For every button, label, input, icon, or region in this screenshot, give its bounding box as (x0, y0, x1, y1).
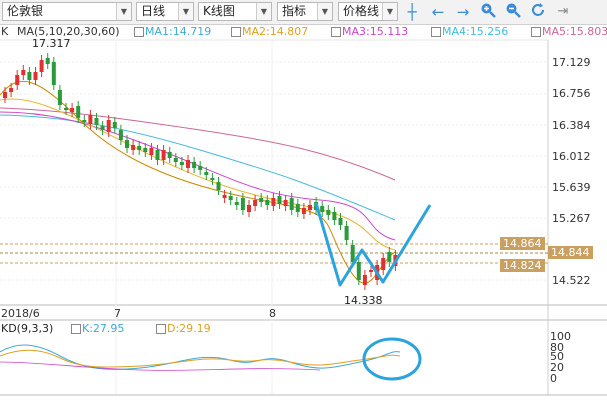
ma2-line (0, 98, 396, 251)
candle-body (295, 204, 300, 212)
candle-body (106, 120, 111, 132)
candle-body (265, 200, 270, 205)
candle-body (155, 150, 160, 160)
ma4-line (0, 114, 396, 221)
candle-body (356, 262, 361, 280)
candle-body (344, 226, 349, 240)
x-axis-label: 7 (114, 307, 121, 320)
candle-body (64, 108, 68, 110)
candle-body (271, 198, 276, 206)
candle-body (39, 60, 44, 72)
price-axis-label: 15.267 (552, 212, 591, 225)
candle-body (228, 196, 233, 200)
candle-body (112, 122, 117, 128)
candle-body (137, 146, 142, 150)
candle-body (234, 202, 239, 205)
kd-d-line (0, 349, 401, 368)
price-axis-label: 16.756 (552, 87, 591, 100)
candle-body (118, 130, 123, 140)
candle-body (320, 206, 325, 212)
price-axis-label: 16.384 (552, 119, 591, 132)
price-tag-lower: 14.824 (500, 259, 545, 272)
candle-body (222, 195, 227, 198)
high-price-label: 17.317 (32, 37, 71, 50)
candle-body (326, 210, 331, 215)
candle-body (161, 150, 166, 160)
candle-body (76, 106, 81, 118)
candle-body (332, 212, 337, 220)
candle-body (131, 145, 136, 150)
candle-body (179, 162, 184, 165)
candle-body (167, 152, 172, 158)
price-axis-label: 17.129 (552, 56, 591, 69)
low-price-label: 14.338 (344, 294, 383, 307)
kd-d-value: D:29.19 (167, 322, 211, 335)
candle-body (277, 196, 282, 204)
candle-body (94, 118, 99, 125)
candle-body (338, 218, 343, 225)
candle-body (70, 108, 75, 112)
candle-body (247, 205, 251, 212)
candle-body (301, 208, 306, 214)
price-tag-current: 14.844 (548, 246, 593, 259)
candle-body (289, 198, 294, 210)
candle-body (51, 62, 56, 85)
kd-label: KD(9,3,3) (1, 322, 54, 335)
candle-body (362, 275, 367, 285)
candle-body (173, 158, 178, 162)
candle-body (192, 162, 197, 168)
price-axis-label: 14.522 (552, 274, 591, 287)
kd-axis-label: 0 (550, 372, 557, 385)
kd-k-legend: K:27.95 (71, 322, 124, 335)
kd-k-line (0, 344, 401, 370)
candle-body (369, 270, 373, 272)
candle-body (88, 115, 93, 124)
candle-body (125, 140, 129, 148)
candle-body (387, 252, 392, 262)
price-chart[interactable] (0, 0, 607, 401)
candle-body (204, 172, 209, 175)
candle-body (283, 200, 288, 206)
kd-d-legend: D:29.19 (156, 322, 211, 335)
x-axis-label: 2018/6 (1, 307, 40, 320)
candle-body (381, 258, 386, 270)
kd-k-value: K:27.95 (82, 322, 125, 335)
candle-body (308, 205, 312, 210)
candle-body (57, 90, 62, 105)
candle-body (198, 166, 203, 170)
candle-body (100, 126, 105, 130)
candle-body (350, 245, 355, 262)
candle-body (3, 92, 7, 98)
candle-body (45, 58, 50, 64)
candle-body (186, 160, 190, 168)
candle-body (9, 88, 14, 92)
candle-body (216, 182, 221, 190)
candle-body (15, 75, 20, 85)
kd-legend: KD(9,3,3) K:27.95 D:29.19 (1, 322, 211, 335)
candle-body (143, 148, 148, 152)
candle-body (240, 198, 245, 210)
price-axis-label: 16.012 (552, 150, 591, 163)
candle-body (33, 72, 38, 80)
price-axis-label: 15.639 (552, 181, 591, 194)
candle-body (210, 178, 215, 180)
candle-body (259, 198, 264, 202)
candle-body (253, 200, 258, 206)
candle-body (82, 120, 87, 122)
candle-body (21, 70, 26, 75)
candle-body (27, 72, 32, 80)
x-axis-label: 8 (269, 307, 276, 320)
candle-body (149, 148, 154, 155)
price-tag-upper: 14.864 (500, 237, 545, 250)
